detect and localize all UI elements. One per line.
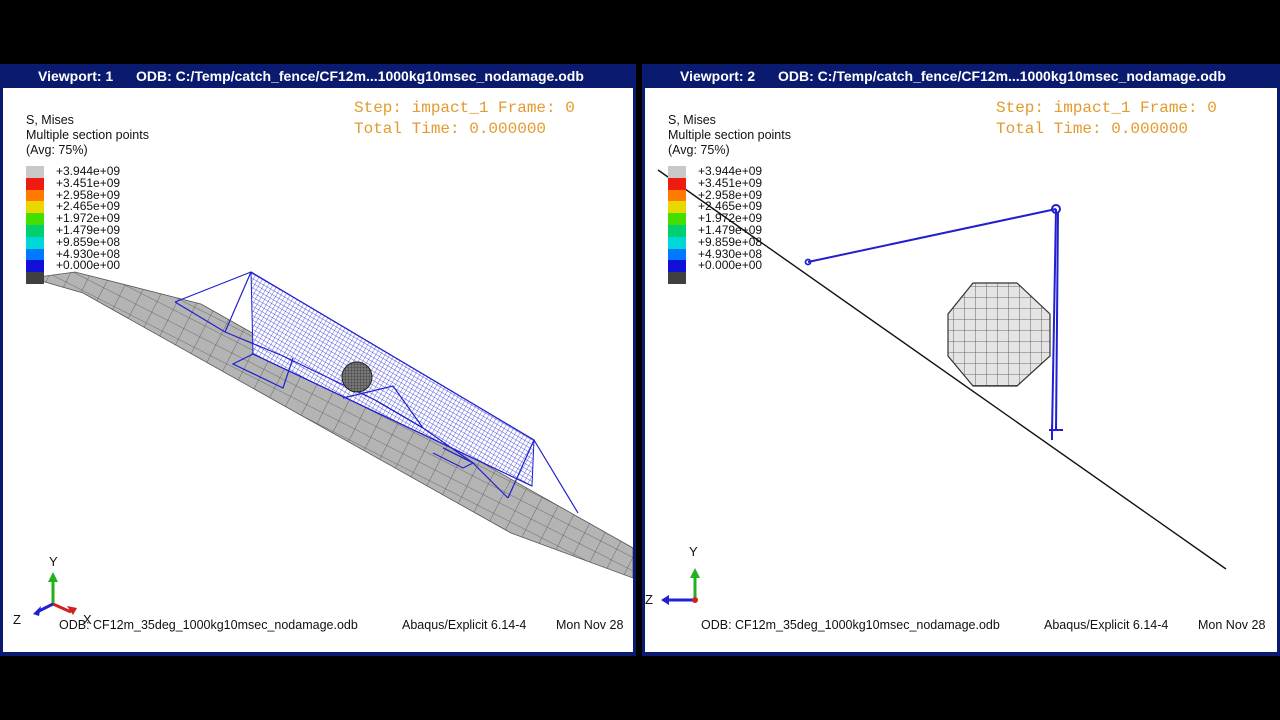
legend-swatch (26, 272, 44, 284)
legend-value: +0.000e+00 (56, 258, 121, 273)
legend-averaging: (Avg: 75%) (26, 143, 88, 157)
legend-swatch (668, 166, 686, 178)
legend-swatch (668, 236, 686, 249)
viewport-2-canvas[interactable]: S, Mises Multiple section points (Avg: 7… (645, 88, 1277, 652)
viewport-2-titlebar[interactable]: Viewport: 2 ODB: C:/Temp/catch_fence/CF1… (642, 64, 1280, 88)
viewport-1-name: Viewport: 1 (38, 68, 114, 84)
triad-y-label: Y (689, 544, 698, 559)
legend-swatch (26, 224, 44, 237)
legend-section-points: Multiple section points (668, 128, 791, 142)
legend-swatch (668, 272, 686, 284)
footer-date: Mon Nov 28 (1198, 618, 1266, 632)
legend-variable: S, Mises (26, 113, 74, 127)
viewport-1-titlebar[interactable]: Viewport: 1 ODB: C:/Temp/catch_fence/CF1… (0, 64, 636, 88)
triad-z-label: Z (13, 612, 21, 627)
triad-y-label: Y (49, 554, 58, 569)
legend-section-points: Multiple section points (26, 128, 149, 142)
boulder (947, 282, 1051, 387)
viewport-1[interactable]: Viewport: 1 ODB: C:/Temp/catch_fence/CF1… (0, 64, 636, 656)
triad-z-label: Z (645, 592, 653, 607)
step-line: Step: impact_1 Frame: 0 (996, 99, 1217, 117)
legend-value: +0.000e+00 (698, 258, 763, 273)
footer-solver: Abaqus/Explicit 6.14-4 (402, 618, 527, 632)
viewport-2-odb-path: ODB: C:/Temp/catch_fence/CF12m...1000kg1… (778, 68, 1226, 84)
legend-swatch (668, 201, 686, 214)
legend-variable: S, Mises (668, 113, 716, 127)
viewport-1-triad (33, 572, 77, 616)
legend-swatch (26, 201, 44, 214)
slope-surface (30, 271, 633, 579)
legend-swatch (668, 248, 686, 261)
viewport-1-canvas[interactable]: S, Mises Multiple section points (Avg: 7… (3, 88, 633, 652)
legend-swatch (26, 236, 44, 249)
footer-odb: ODB: CF12m_35deg_1000kg10msec_nodamage.o… (701, 618, 1000, 632)
legend-swatch (26, 248, 44, 261)
footer-date: Mon Nov 28 (556, 618, 624, 632)
viewport-2-name: Viewport: 2 (680, 68, 756, 84)
footer-odb: ODB: CF12m_35deg_1000kg10msec_nodamage.o… (59, 618, 358, 632)
viewport-2-triad (661, 568, 700, 605)
legend-swatch (668, 177, 686, 190)
legend-swatch (26, 166, 44, 178)
viewport-2[interactable]: Viewport: 2 ODB: C:/Temp/catch_fence/CF1… (642, 64, 1280, 656)
step-line: Step: impact_1 Frame: 0 (354, 99, 575, 117)
total-time-line: Total Time: 0.000000 (354, 120, 547, 138)
legend-swatch (668, 224, 686, 237)
legend-swatch (26, 189, 44, 202)
viewport-1-odb-path: ODB: C:/Temp/catch_fence/CF12m...1000kg1… (136, 68, 584, 84)
legend-averaging: (Avg: 75%) (668, 143, 730, 157)
legend-swatch (26, 213, 44, 225)
legend-swatch (668, 213, 686, 225)
legend-swatch (668, 189, 686, 202)
legend-title: S, Mises Multiple section points (Avg: 7… (26, 113, 149, 158)
legend-swatch (26, 177, 44, 190)
legend-swatch (26, 260, 44, 273)
footer-solver: Abaqus/Explicit 6.14-4 (1044, 618, 1169, 632)
step-frame-info: Step: impact_1 Frame: 0 Total Time: 0.000… (354, 98, 575, 140)
legend-title-2: S, Mises Multiple section points (Avg: 7… (668, 113, 791, 158)
total-time-line: Total Time: 0.000000 (996, 120, 1189, 138)
legend-swatch (668, 260, 686, 273)
step-frame-info-2: Step: impact_1 Frame: 0 Total Time: 0.000… (996, 98, 1217, 140)
boulder (341, 361, 373, 393)
